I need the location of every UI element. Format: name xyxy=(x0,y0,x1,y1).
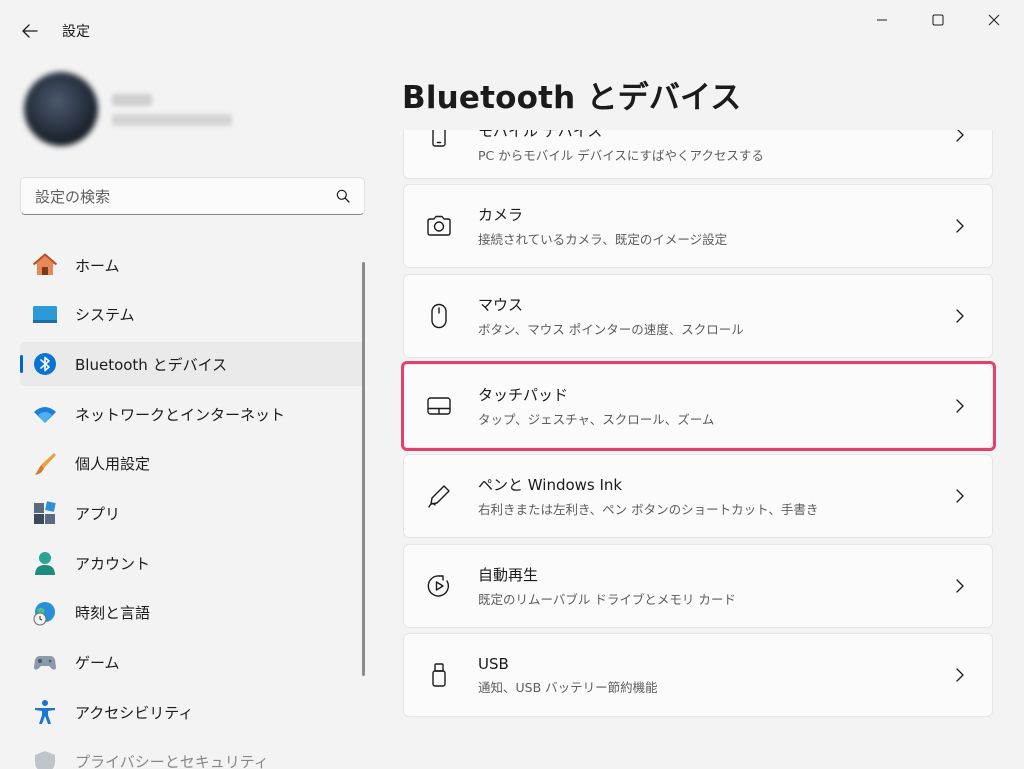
card-subtitle: 通知、USB バッテリー節約機能 xyxy=(478,679,658,695)
maximize-button[interactable] xyxy=(912,0,964,40)
sidebar-item-bluetooth[interactable]: Bluetooth とデバイス xyxy=(20,342,365,387)
card-title: ペンと Windows Ink xyxy=(478,476,623,494)
card-camera[interactable]: カメラ 接続されているカメラ、既定のイメージ設定 xyxy=(403,184,993,268)
home-icon xyxy=(32,252,58,278)
gamepad-icon xyxy=(32,650,58,676)
card-subtitle: 既定のリムーバブル ドライブとメモリ カード xyxy=(478,592,736,607)
close-icon xyxy=(988,14,1000,26)
sidebar-nav: ホーム システム Bluetooth とデバイス ネットワークとインターネット xyxy=(20,243,365,769)
close-button[interactable] xyxy=(968,0,1020,40)
sidebar-item-privacy[interactable]: プライバシーとセキュリティ xyxy=(20,740,365,769)
card-title: モバイル デバイス xyxy=(478,130,603,140)
minimize-icon xyxy=(877,19,887,21)
app-title: 設定 xyxy=(62,24,90,40)
phone-icon xyxy=(426,130,452,148)
chevron-right-icon xyxy=(952,130,968,143)
sidebar-item-label: プライバシーとセキュリティ xyxy=(75,753,269,769)
sidebar-item-label: アクセシビリティ xyxy=(75,703,194,722)
sidebar-item-home[interactable]: ホーム xyxy=(20,243,365,287)
sidebar-item-label: システム xyxy=(75,306,135,325)
page-title: Bluetooth とデバイス xyxy=(402,80,742,116)
chevron-right-icon xyxy=(952,398,968,414)
sidebar-item-label: ゲーム xyxy=(75,654,120,672)
apps-icon xyxy=(32,500,58,526)
chevron-right-icon xyxy=(952,667,968,683)
sidebar-item-label: アカウント xyxy=(75,554,151,573)
sidebar-item-apps[interactable]: アプリ xyxy=(20,491,365,535)
sidebar-item-network[interactable]: ネットワークとインターネット xyxy=(20,392,365,436)
card-pen-windows-ink[interactable]: ペンと Windows Ink 右利きまたは左利き、ペン ボタンのショートカット… xyxy=(403,454,993,538)
card-title: マウス xyxy=(478,296,524,314)
sidebar-item-label: Bluetooth とデバイス xyxy=(75,355,228,374)
card-usb[interactable]: USB 通知、USB バッテリー節約機能 xyxy=(403,633,993,717)
profile-name-redacted xyxy=(112,94,152,106)
search-input[interactable]: 設定の検索 xyxy=(35,186,334,207)
card-mobile-devices[interactable]: モバイル デバイス PC からモバイル デバイスにすばやくアクセスする xyxy=(403,130,993,179)
card-mouse[interactable]: マウス ボタン、マウス ポインターの速度、スクロール xyxy=(403,274,993,358)
card-subtitle: ボタン、マウス ポインターの速度、スクロール xyxy=(478,322,744,337)
maximize-icon xyxy=(932,14,944,26)
camera-icon xyxy=(426,213,452,239)
sidebar-item-label: アプリ xyxy=(75,504,121,523)
shield-icon xyxy=(32,749,58,769)
accessibility-icon xyxy=(32,699,58,725)
sidebar-scrollbar[interactable] xyxy=(362,262,365,676)
sidebar-item-accessibility[interactable]: アクセシビリティ xyxy=(20,690,365,734)
card-title: タッチパッド xyxy=(478,386,569,404)
card-subtitle: 右利きまたは左利き、ペン ボタンのショートカット、手書き xyxy=(478,502,819,517)
chevron-right-icon xyxy=(952,488,968,504)
system-icon xyxy=(32,302,58,328)
sidebar-item-system[interactable]: システム xyxy=(20,293,365,337)
sidebar-item-label: 個人用設定 xyxy=(75,455,151,474)
card-touchpad[interactable]: タッチパッド タップ、ジェスチャ、スクロール、ズーム xyxy=(403,364,993,448)
search-icon[interactable] xyxy=(334,187,352,205)
card-title: 自動再生 xyxy=(478,566,539,584)
card-subtitle: 接続されているカメラ、既定のイメージ設定 xyxy=(478,232,728,247)
back-arrow-icon xyxy=(22,24,38,38)
settings-list: モバイル デバイス PC からモバイル デバイスにすばやくアクセスする カメラ … xyxy=(403,130,993,769)
chevron-right-icon xyxy=(952,578,968,594)
card-autoplay[interactable]: 自動再生 既定のリムーバブル ドライブとメモリ カード xyxy=(403,544,993,628)
user-profile[interactable] xyxy=(20,66,240,156)
bluetooth-icon xyxy=(32,351,58,377)
minimize-button[interactable] xyxy=(856,0,908,40)
touchpad-icon xyxy=(426,393,452,419)
card-title: USB xyxy=(478,654,509,673)
card-subtitle: タップ、ジェスチャ、スクロール、ズーム xyxy=(478,412,715,427)
chevron-right-icon xyxy=(952,218,968,234)
chevron-right-icon xyxy=(952,308,968,324)
back-button[interactable] xyxy=(14,18,46,44)
globe-clock-icon xyxy=(32,600,58,626)
sidebar-item-accounts[interactable]: アカウント xyxy=(20,541,365,585)
sidebar-item-label: ネットワークとインターネット xyxy=(75,405,286,424)
wifi-icon xyxy=(32,401,58,427)
pen-icon xyxy=(426,483,452,509)
sidebar-item-label: 時刻と言語 xyxy=(75,604,151,623)
sidebar-item-personalization[interactable]: 個人用設定 xyxy=(20,442,365,486)
account-icon xyxy=(32,550,58,576)
avatar xyxy=(24,72,98,146)
brush-icon xyxy=(32,451,58,477)
card-title: カメラ xyxy=(478,206,524,224)
sidebar-item-label: ホーム xyxy=(75,256,120,275)
search-box[interactable]: 設定の検索 xyxy=(20,177,365,215)
sidebar-item-time-language[interactable]: 時刻と言語 xyxy=(20,591,365,635)
card-subtitle: PC からモバイル デバイスにすばやくアクセスする xyxy=(478,147,764,163)
mouse-icon xyxy=(426,303,452,329)
usb-icon xyxy=(426,662,452,688)
title-bar: 設定 xyxy=(0,0,1024,62)
autoplay-icon xyxy=(426,573,452,599)
profile-email-redacted xyxy=(112,114,232,126)
sidebar-item-gaming[interactable]: ゲーム xyxy=(20,641,365,685)
